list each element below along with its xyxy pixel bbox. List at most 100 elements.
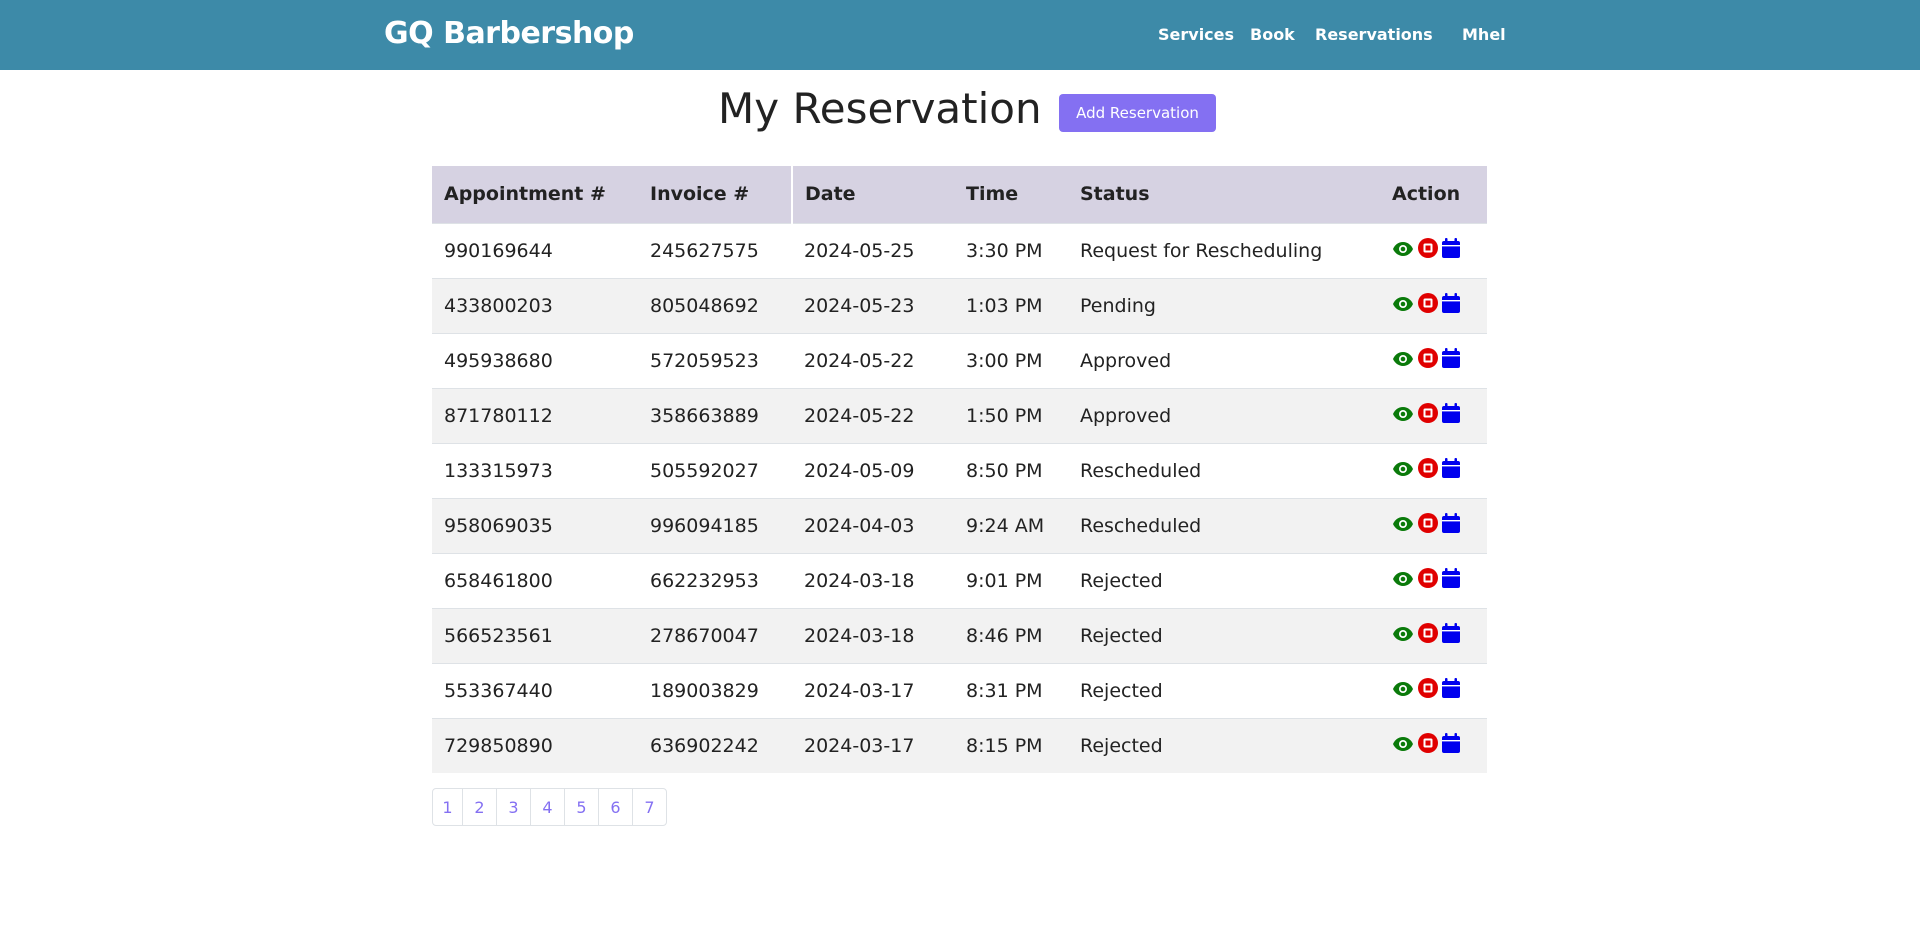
stop-icon[interactable] bbox=[1418, 513, 1438, 538]
calendar-icon[interactable] bbox=[1442, 513, 1460, 538]
page-link-1[interactable]: 1 bbox=[432, 788, 463, 826]
cell-actions bbox=[1380, 333, 1487, 388]
nav-book-link[interactable]: Book bbox=[1250, 25, 1295, 44]
navbar: GQ Barbershop Services Book Reservations… bbox=[0, 0, 1920, 70]
cell-time: 3:30 PM bbox=[966, 239, 1043, 262]
table-body: 990169644 245627575 2024-05-25 3:30 PM Reque… bbox=[432, 223, 1487, 773]
cell-appointment-number: 958069035 bbox=[444, 514, 553, 537]
cell-time: 8:15 PM bbox=[966, 734, 1043, 757]
cell-status: Pending bbox=[1080, 294, 1156, 317]
table-header-row: Appointment # Invoice # Date Time Status… bbox=[432, 166, 1487, 223]
table-row: 566523561 278670047 2024-03-18 8:46 PM Rejec… bbox=[432, 608, 1487, 663]
calendar-icon[interactable] bbox=[1442, 293, 1460, 318]
reservations-table: Appointment # Invoice # Date Time Status… bbox=[432, 166, 1487, 773]
cell-appointment-number: 133315973 bbox=[444, 459, 553, 482]
cell-actions bbox=[1380, 663, 1487, 718]
cell-appointment-number: 729850890 bbox=[444, 734, 553, 757]
eye-icon[interactable] bbox=[1392, 515, 1414, 537]
cell-appointment-number: 871780112 bbox=[444, 404, 553, 427]
eye-icon[interactable] bbox=[1392, 460, 1414, 482]
cell-time: 9:24 AM bbox=[966, 514, 1045, 537]
cell-actions bbox=[1380, 498, 1487, 553]
cell-status: Approved bbox=[1080, 349, 1172, 372]
cell-date: 2024-05-22 bbox=[804, 349, 915, 372]
cell-status: Rejected bbox=[1080, 624, 1163, 647]
cell-invoice-number: 805048692 bbox=[650, 294, 759, 317]
calendar-icon[interactable] bbox=[1442, 348, 1460, 373]
eye-icon[interactable] bbox=[1392, 680, 1414, 702]
cell-date: 2024-03-18 bbox=[804, 624, 915, 647]
page-link-5[interactable]: 5 bbox=[564, 788, 599, 826]
cell-invoice-number: 996094185 bbox=[650, 514, 759, 537]
cell-status: Request for Rescheduling bbox=[1080, 239, 1323, 262]
eye-icon[interactable] bbox=[1392, 295, 1414, 317]
cell-time: 1:03 PM bbox=[966, 294, 1043, 317]
cell-invoice-number: 358663889 bbox=[650, 404, 759, 427]
table-row: 133315973 505592027 2024-05-09 8:50 PM Resch… bbox=[432, 443, 1487, 498]
stop-icon[interactable] bbox=[1418, 568, 1438, 593]
eye-icon[interactable] bbox=[1392, 625, 1414, 647]
add-reservation-button[interactable]: Add Reservation bbox=[1059, 94, 1216, 132]
page-link-2[interactable]: 2 bbox=[462, 788, 497, 826]
calendar-icon[interactable] bbox=[1442, 458, 1460, 483]
stop-icon[interactable] bbox=[1418, 403, 1438, 428]
calendar-icon[interactable] bbox=[1442, 568, 1460, 593]
nav-reservations-link[interactable]: Reservations bbox=[1315, 25, 1433, 44]
nav-services-link[interactable]: Services bbox=[1158, 25, 1234, 44]
cell-appointment-number: 566523561 bbox=[444, 624, 553, 647]
cell-invoice-number: 636902242 bbox=[650, 734, 759, 757]
cell-invoice-number: 278670047 bbox=[650, 624, 759, 647]
header-appointment: Appointment # bbox=[444, 183, 606, 206]
cell-invoice-number: 189003829 bbox=[650, 679, 759, 702]
cell-date: 2024-03-17 bbox=[804, 679, 915, 702]
cell-appointment-number: 553367440 bbox=[444, 679, 553, 702]
eye-icon[interactable] bbox=[1392, 350, 1414, 372]
stop-icon[interactable] bbox=[1418, 238, 1438, 263]
cell-status: Approved bbox=[1080, 404, 1172, 427]
page-link-4[interactable]: 4 bbox=[530, 788, 565, 826]
page-link-3[interactable]: 3 bbox=[496, 788, 531, 826]
header-action: Action bbox=[1392, 183, 1461, 206]
table-row: 553367440 189003829 2024-03-17 8:31 PM Rejec… bbox=[432, 663, 1487, 718]
cell-appointment-number: 990169644 bbox=[444, 239, 553, 262]
nav-user-link[interactable]: Mhel bbox=[1462, 25, 1506, 44]
cell-actions bbox=[1380, 608, 1487, 663]
pagination: 1234567 bbox=[432, 788, 667, 826]
header-time: Time bbox=[966, 183, 1019, 206]
cell-time: 9:01 PM bbox=[966, 569, 1043, 592]
table-row: 495938680 572059523 2024-05-22 3:00 PM Appro… bbox=[432, 333, 1487, 388]
header-invoice: Invoice # bbox=[650, 183, 750, 206]
calendar-icon[interactable] bbox=[1442, 733, 1460, 758]
cell-date: 2024-03-17 bbox=[804, 734, 915, 757]
cell-status: Rejected bbox=[1080, 569, 1163, 592]
stop-icon[interactable] bbox=[1418, 678, 1438, 703]
page-link-6[interactable]: 6 bbox=[598, 788, 633, 826]
calendar-icon[interactable] bbox=[1442, 678, 1460, 703]
eye-icon[interactable] bbox=[1392, 570, 1414, 592]
cell-date: 2024-05-23 bbox=[804, 294, 915, 317]
stop-icon[interactable] bbox=[1418, 623, 1438, 648]
page-link-7[interactable]: 7 bbox=[632, 788, 667, 826]
eye-icon[interactable] bbox=[1392, 405, 1414, 427]
cell-date: 2024-03-18 bbox=[804, 569, 915, 592]
cell-date: 2024-05-22 bbox=[804, 404, 915, 427]
calendar-icon[interactable] bbox=[1442, 403, 1460, 428]
cell-actions bbox=[1380, 223, 1487, 278]
cell-time: 8:46 PM bbox=[966, 624, 1043, 647]
cell-status: Rescheduled bbox=[1080, 514, 1202, 537]
cell-invoice-number: 572059523 bbox=[650, 349, 759, 372]
table-row: 658461800 662232953 2024-03-18 9:01 PM Rejec… bbox=[432, 553, 1487, 608]
stop-icon[interactable] bbox=[1418, 733, 1438, 758]
table-row: 871780112 358663889 2024-05-22 1:50 PM Appro… bbox=[432, 388, 1487, 443]
cell-actions bbox=[1380, 553, 1487, 608]
stop-icon[interactable] bbox=[1418, 293, 1438, 318]
brand-logo[interactable]: GQ Barbershop bbox=[384, 16, 634, 51]
cell-date: 2024-05-09 bbox=[804, 459, 915, 482]
eye-icon[interactable] bbox=[1392, 735, 1414, 757]
stop-icon[interactable] bbox=[1418, 458, 1438, 483]
cell-date: 2024-04-03 bbox=[804, 514, 915, 537]
stop-icon[interactable] bbox=[1418, 348, 1438, 373]
calendar-icon[interactable] bbox=[1442, 623, 1460, 648]
calendar-icon[interactable] bbox=[1442, 238, 1460, 263]
eye-icon[interactable] bbox=[1392, 240, 1414, 262]
